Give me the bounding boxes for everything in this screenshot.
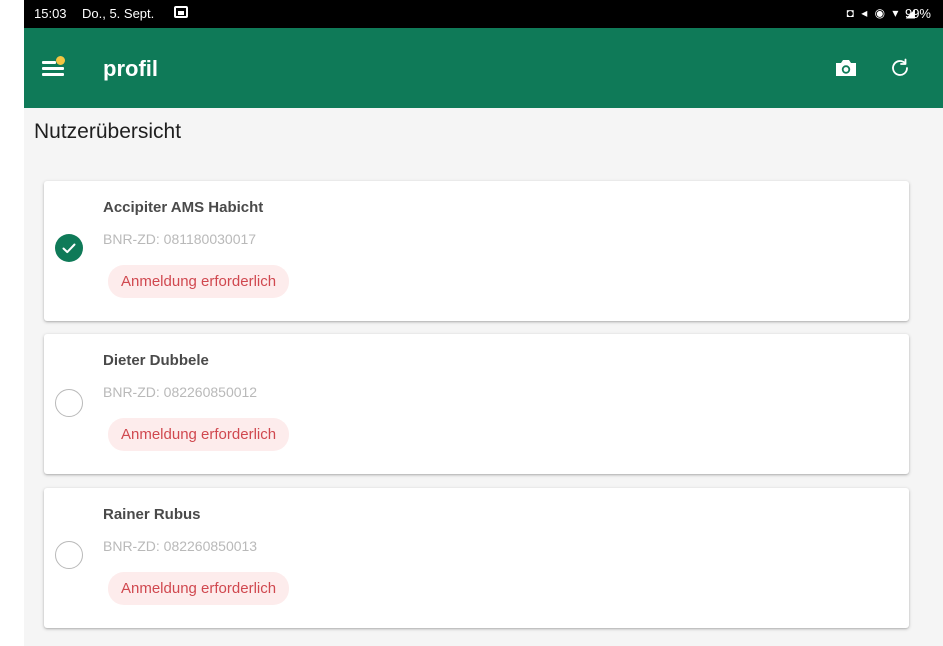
app-title: profil (103, 56, 158, 81)
check-icon (62, 243, 76, 254)
status-badge: Anmeldung erforderlich (108, 265, 290, 298)
app-screen: 15:03 Do., 5. Sept. ◘ ◂ ◉ ▾ ◢ 99% profil… (24, 0, 943, 646)
user-bnr: BNR-ZD: 081180030017 (103, 231, 257, 247)
menu-icon[interactable] (42, 56, 65, 76)
user-name: Rainer Rubus (103, 506, 201, 523)
user-name: Dieter Dubbele (103, 352, 209, 369)
camera-icon[interactable] (834, 58, 858, 78)
app-bar: profil (24, 28, 943, 108)
user-card[interactable]: Dieter Dubbele BNR-ZD: 082260850012 Anme… (44, 334, 909, 474)
user-bnr: BNR-ZD: 082260850013 (103, 538, 258, 554)
page-title: Nutzerübersicht (34, 120, 182, 143)
status-date: Do., 5. Sept. (82, 6, 155, 21)
unselected-radio[interactable] (55, 389, 83, 417)
status-badge: Anmeldung erforderlich (108, 418, 290, 451)
user-card[interactable]: Rainer Rubus BNR-ZD: 082260850013 Anmeld… (44, 488, 909, 628)
battery-percent: 99% (904, 6, 931, 21)
user-card[interactable]: Accipiter AMS Habicht BNR-ZD: 0811800300… (44, 181, 909, 321)
status-bar: 15:03 Do., 5. Sept. ◘ ◂ ◉ ▾ ◢ 99% (24, 0, 943, 28)
refresh-icon[interactable] (888, 56, 912, 80)
left-margin (0, 0, 24, 646)
status-time: 15:03 (34, 6, 67, 21)
status-badge: Anmeldung erforderlich (108, 572, 290, 605)
notification-dot (56, 56, 65, 65)
unselected-radio[interactable] (55, 541, 83, 569)
selected-radio[interactable] (55, 234, 83, 262)
user-bnr: BNR-ZD: 082260850012 (103, 384, 258, 400)
user-name: Accipiter AMS Habicht (103, 199, 264, 216)
gallery-notification-icon (174, 6, 188, 18)
